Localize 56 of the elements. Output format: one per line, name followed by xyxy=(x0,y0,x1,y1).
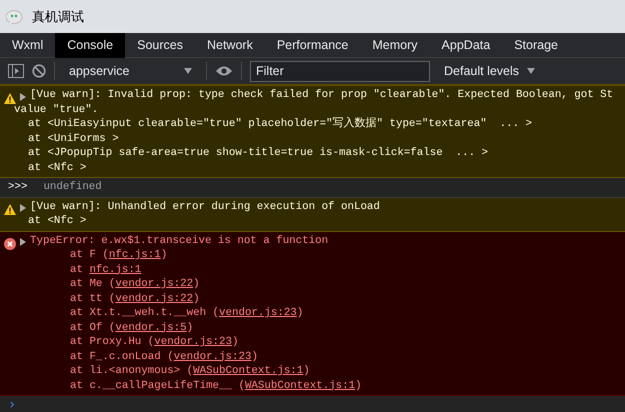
warning-icon xyxy=(4,204,16,216)
window-title: 真机调试 xyxy=(32,8,84,26)
trace-line: at <UniEasyinput clearable="true" placeholder="写入数据" type="textarea" ... > xyxy=(28,117,534,132)
trace-line: at <UniForms > xyxy=(28,132,120,146)
warning-text: [Vue warn]: Unhandled error during execution of onLoad xyxy=(30,200,380,214)
source-link[interactable]: nfc.js:1 xyxy=(108,249,161,261)
tab[interactable]: Network xyxy=(194,33,265,58)
trace-line: at <Nfc > xyxy=(28,160,88,175)
source-link[interactable]: vendor.js:23 xyxy=(154,336,232,348)
stack-frame: at c.__callPageLifeTime__ (WASubContext.js:1) xyxy=(22,378,362,393)
trace-line: at <Nfc > xyxy=(28,214,88,228)
context-select[interactable]: appservice xyxy=(63,60,198,82)
tab[interactable]: Memory xyxy=(360,33,430,58)
source-link[interactable]: vendor.js:22 xyxy=(115,292,194,304)
expand-arrow-icon[interactable] xyxy=(20,92,26,101)
tab[interactable]: Wxml xyxy=(0,33,56,58)
stack-frame: at nfc.js:1 xyxy=(22,262,362,277)
filter-field[interactable]: Filter xyxy=(250,60,430,82)
source-link[interactable]: vendor.js:23 xyxy=(174,350,252,362)
expand-arrow-icon[interactable] xyxy=(20,238,26,246)
tab[interactable]: Storage xyxy=(502,33,570,58)
clear-console-icon[interactable] xyxy=(32,64,46,78)
caret-icon xyxy=(184,68,192,74)
caret-icon xyxy=(527,68,536,74)
stack-frame: at Of (vendor.js:5) xyxy=(22,320,362,335)
source-link[interactable]: WASubContext.js:1 xyxy=(244,380,356,392)
stack-frame: at Proxy.Hu (vendor.js:23) xyxy=(22,335,362,350)
warning-icon xyxy=(4,92,16,104)
source-link[interactable]: vendor.js:5 xyxy=(115,322,187,334)
source-link[interactable]: nfc.js:1 xyxy=(89,264,142,276)
stack-frame: at Xt.t.__weh.t.__weh (vendor.js:23) xyxy=(22,306,362,320)
warning-text: value "true". xyxy=(14,102,100,117)
source-link[interactable]: vendor.js:22 xyxy=(115,278,194,290)
source-link[interactable]: vendor.js:23 xyxy=(219,307,297,319)
tab[interactable]: Sources xyxy=(125,33,195,58)
stack-frame: at tt (vendor.js:22) xyxy=(22,292,362,306)
stack-frame: at li.<anonymous> (WASubContext.js:1) xyxy=(22,364,362,378)
result-value: undefined xyxy=(43,180,102,194)
source-link[interactable]: WASubContext.js:1 xyxy=(193,365,304,377)
error-message: TypeError: e.wx$1.transceive is not a function xyxy=(30,234,330,248)
app-logo-icon xyxy=(6,8,24,24)
console-prompt[interactable]: › xyxy=(10,396,14,411)
expand-arrow-icon[interactable] xyxy=(20,204,26,212)
trace-line: at <JPopupTip safe-area=true show-title=true is-mask-click=false ... > xyxy=(28,146,490,160)
tab[interactable]: AppData xyxy=(430,33,502,58)
tab[interactable]: Performance xyxy=(264,33,360,58)
levels-dropdown[interactable]: Default levels xyxy=(438,60,542,82)
tab[interactable]: Console xyxy=(55,33,126,58)
error-icon xyxy=(4,238,16,250)
eye-icon[interactable] xyxy=(215,65,233,77)
stack-frame: at Me (vendor.js:22) xyxy=(22,277,362,292)
warning-text: [Vue warn]: Invalid prop: type check failed for prop "clearable". Expected Boolean, got St xyxy=(30,88,614,102)
stack-frame: at F (nfc.js:1) xyxy=(22,248,362,262)
result-prompt: >>> xyxy=(8,180,28,194)
stack-frame: at F_.c.onLoad (vendor.js:23) xyxy=(22,350,362,364)
sidebar-toggle-icon[interactable] xyxy=(8,64,24,78)
